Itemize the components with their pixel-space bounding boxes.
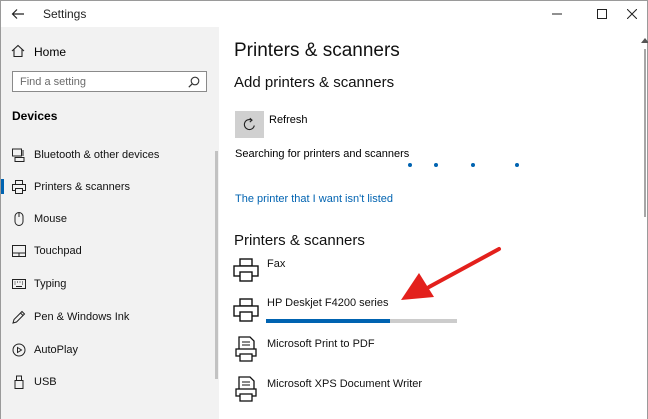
back-button[interactable] [9,5,27,23]
touchpad-icon [12,245,26,257]
install-progress-fill [266,319,391,323]
autoplay-icon [12,343,26,357]
printer-icon [233,258,259,282]
sidebar-item-usb[interactable]: USB [1,369,215,395]
keyboard-icon [12,279,26,289]
device-name: Microsoft Print to PDF [267,338,375,350]
sidebar-item-label: Touchpad [34,245,82,257]
refresh-label: Refresh [269,114,308,126]
home-nav-item[interactable]: Home [11,43,211,63]
printers-list-title: Printers & scanners [234,232,365,249]
sidebar-item-autoplay[interactable]: AutoPlay [1,337,215,363]
home-icon [11,44,25,58]
back-arrow-icon [11,9,24,19]
annotation-arrow [401,247,501,300]
device-name: Fax [267,258,286,270]
sidebar-item-label: AutoPlay [34,344,79,356]
sidebar-item-bluetooth[interactable]: Bluetooth & other devices [1,142,215,168]
search-box[interactable] [12,71,207,92]
sidebar-item-label: Pen & Windows Ink [34,311,130,323]
sidebar-scrollbar[interactable] [215,151,218,379]
close-icon [627,9,637,19]
pdf-printer-icon [235,336,257,362]
sidebar-section-title: Devices [12,109,58,123]
sidebar-item-label: Printers & scanners [34,181,130,193]
add-section-title: Add printers & scanners [234,74,395,91]
search-input[interactable] [20,74,180,89]
window-title: Settings [43,7,87,21]
minimize-icon [552,13,562,15]
progress-dot [434,163,438,167]
printer-icon [12,180,26,194]
printer-icon [233,298,259,322]
pen-icon [12,310,26,324]
progress-dot [408,163,412,167]
maximize-button[interactable] [588,3,616,25]
sidebar-item-label: USB [34,376,57,388]
close-button[interactable] [618,3,646,25]
usb-icon [14,375,24,389]
selection-indicator [1,179,4,194]
sidebar-item-label: Mouse [34,213,68,225]
install-progress-bar [266,319,457,323]
progress-dot [471,163,475,167]
printer-not-listed-link[interactable]: The printer that I want isn't listed [235,193,393,205]
sidebar-item-touchpad[interactable]: Touchpad [1,238,215,264]
device-name: Microsoft XPS Document Writer [267,378,423,390]
search-icon [188,76,200,88]
progress-dot [515,163,519,167]
sidebar-item-label: Typing [34,278,67,290]
refresh-button[interactable] [235,111,264,138]
sidebar: Home Devices Bluetooth & other devices P… [1,27,219,419]
scroll-up-icon[interactable] [641,37,648,43]
home-label: Home [34,45,67,59]
minimize-button[interactable] [543,3,571,25]
title-bar: Settings [1,1,647,27]
sidebar-item-typing[interactable]: Typing [1,271,215,297]
sidebar-item-pen[interactable]: Pen & Windows Ink [1,304,215,330]
xps-printer-icon [235,376,257,402]
main-scrollbar[interactable] [641,27,648,419]
mouse-icon [14,212,24,226]
page-title: Printers & scanners [234,40,400,61]
maximize-icon [597,9,607,19]
device-name: HP Deskjet F4200 series [267,297,389,309]
refresh-icon [243,117,255,131]
bluetooth-devices-icon [12,148,25,162]
sidebar-item-label: Bluetooth & other devices [34,149,160,161]
sidebar-item-printers[interactable]: Printers & scanners [1,174,215,200]
searching-status: Searching for printers and scanners [235,148,410,160]
scrollbar-thumb[interactable] [644,49,646,217]
main-content: Printers & scanners Add printers & scann… [219,27,648,419]
sidebar-item-mouse[interactable]: Mouse [1,206,215,232]
